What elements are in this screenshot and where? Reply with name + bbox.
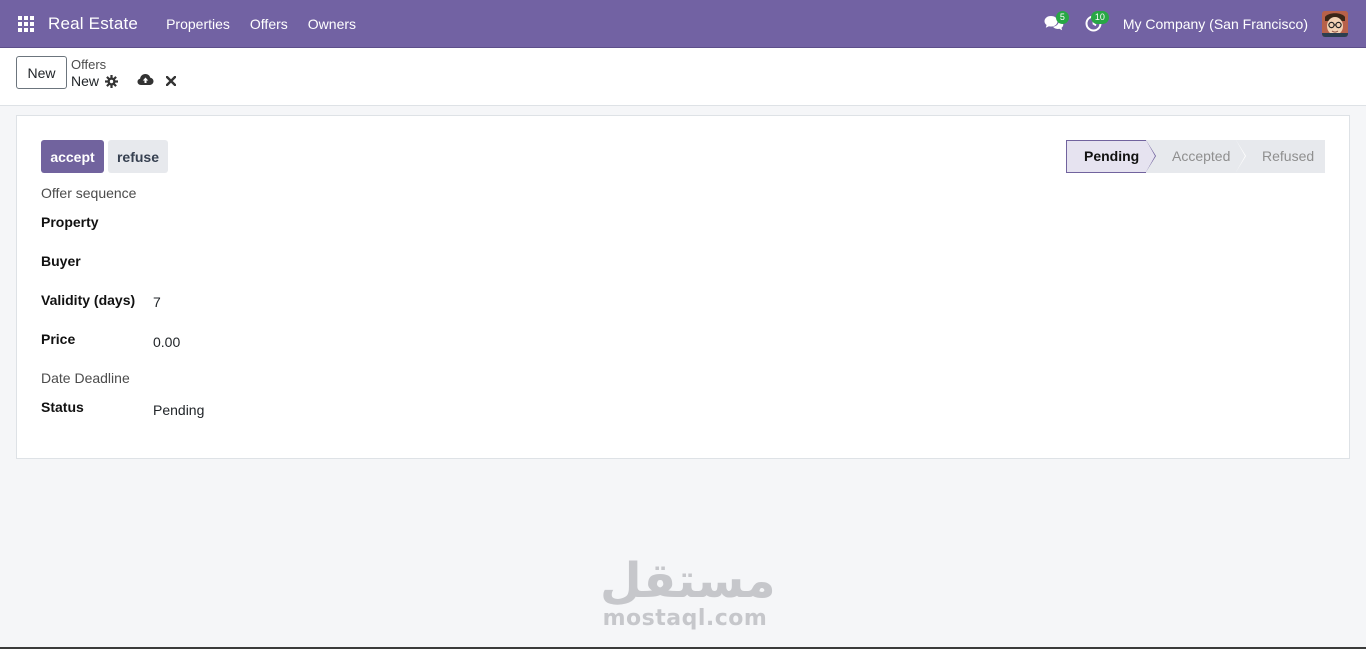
app-menu-icon[interactable] <box>0 0 52 48</box>
stage-refused-label: Refused <box>1262 148 1315 164</box>
breadcrumb-current-label: New <box>71 73 100 89</box>
menu-offers[interactable]: Offers <box>240 0 298 48</box>
refuse-button[interactable]: refuse <box>108 140 168 173</box>
app-name[interactable]: Real Estate <box>48 14 138 34</box>
price-field[interactable]: 0.00 <box>153 334 180 350</box>
control-panel: New Offers New <box>0 48 1366 106</box>
date-deadline-label: Date Deadline <box>41 370 130 386</box>
status-field: Pending <box>153 402 205 418</box>
avatar-face-icon <box>1322 10 1348 37</box>
status-label: Status <box>41 399 84 415</box>
activities-badge: 10 <box>1090 10 1109 24</box>
new-button[interactable]: New <box>16 56 67 89</box>
status-bar: Pending Accepted Refused <box>1066 140 1325 173</box>
stage-refused[interactable]: Refused <box>1236 140 1325 173</box>
messaging-button[interactable]: 5 <box>1037 0 1071 48</box>
user-avatar[interactable] <box>1322 10 1348 37</box>
stage-accepted[interactable]: Accepted <box>1146 140 1246 173</box>
gear-icon[interactable] <box>105 74 119 88</box>
watermark-latin: mostaql.com <box>602 606 768 631</box>
menu-owners[interactable]: Owners <box>298 0 366 48</box>
offer-sequence-label: Offer sequence <box>41 185 137 201</box>
menu-properties[interactable]: Properties <box>156 0 240 48</box>
top-navbar: Real Estate Properties Offers Owners 5 1… <box>0 0 1366 48</box>
stage-accepted-label: Accepted <box>1172 148 1231 164</box>
buyer-label: Buyer <box>41 253 81 269</box>
save-cloud-icon[interactable] <box>137 73 154 86</box>
company-switcher[interactable]: My Company (San Francisco) <box>1123 16 1308 32</box>
breadcrumb-parent[interactable]: Offers <box>71 57 106 72</box>
discard-close-icon[interactable] <box>166 76 176 86</box>
stage-pending-label: Pending <box>1084 148 1140 164</box>
form-sheet: accept refuse Pending Accepted Refused O… <box>16 115 1350 459</box>
validity-field[interactable]: 7 <box>153 294 161 310</box>
watermark-arabic: مستقل <box>600 553 776 609</box>
activities-button[interactable]: 10 <box>1077 0 1111 48</box>
property-label: Property <box>41 214 99 230</box>
breadcrumb-current: New <box>71 73 119 89</box>
price-label: Price <box>41 331 76 347</box>
accept-button[interactable]: accept <box>41 140 104 173</box>
messages-badge: 5 <box>1055 10 1069 24</box>
stage-pending[interactable]: Pending <box>1066 140 1156 173</box>
validity-label: Validity (days) <box>41 292 136 308</box>
watermark: مستقل mostaql.com <box>600 553 776 631</box>
